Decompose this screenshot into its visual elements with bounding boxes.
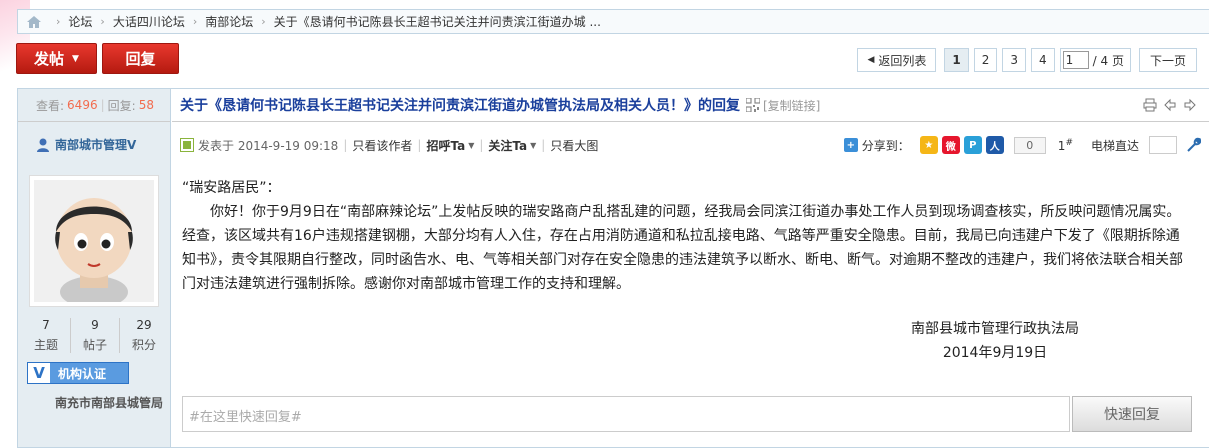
share-toolbar: + 分享到： ★ 微 P 人 0 1# 电梯直达 (843, 136, 1201, 154)
breadcrumb-item-forum[interactable]: 论坛 (68, 13, 92, 30)
post-status-icon (180, 138, 194, 152)
floor-suffix: # (1065, 137, 1073, 148)
back-to-list-button[interactable]: ◀ 返回列表 (857, 48, 937, 72)
quick-reply-button[interactable]: 快速回复 (1072, 396, 1192, 432)
greet-button[interactable]: 招呼Ta (426, 137, 465, 154)
tencent-weibo-icon[interactable]: P (963, 136, 982, 154)
post-content: 关于《恳请何书记陈县长王超书记关注并问责滨江街道办城管执法局及相关人员！》的回复… (172, 89, 1209, 447)
divider: | (100, 98, 105, 112)
reply-button[interactable]: 回复 (102, 43, 179, 74)
new-post-button[interactable]: 发帖 ▼ (16, 43, 97, 74)
divider: | (343, 138, 348, 152)
post-paragraph: 你好！你于9月9日在“南部麻辣论坛”上发帖反映的瑞安路商户乱搭乱建的问题，经我局… (182, 204, 1183, 292)
stat-threads-value: 7 (42, 318, 50, 332)
author-sidebar: 查看: 6496 | 回复: 58 南部城市管理V 7 主题 9 帖子 29 积… (18, 89, 171, 447)
title-row: 关于《恳请何书记陈县长王超书记关注并问责滨江街道办城管执法局及相关人员！》的回复… (172, 89, 1209, 122)
page-jump: 1 / 4 页 (1059, 48, 1131, 72)
chevron-right-icon: › (192, 15, 198, 28)
back-to-list-label: 返回列表 (878, 53, 927, 68)
next-page-button[interactable]: 下一页 (1138, 48, 1197, 72)
stat-points[interactable]: 29 积分 (120, 318, 168, 353)
arrow-left-icon[interactable] (1163, 98, 1177, 112)
stat-points-label: 积分 (131, 338, 156, 352)
signature-date: 2014年9月19日 (942, 345, 1048, 361)
home-icon[interactable] (26, 15, 42, 29)
signature-org: 南部县城市管理行政执法局 (911, 321, 1079, 337)
stat-posts-label: 帖子 (82, 338, 107, 352)
chevron-right-icon: › (261, 15, 266, 28)
page-1-button[interactable]: 1 (944, 48, 969, 72)
jump-label: 电梯直达 (1090, 138, 1139, 153)
verification-badge[interactable]: V 机构认证 (27, 362, 129, 384)
caret-down-icon: ▼ (468, 140, 475, 150)
page-4-button[interactable]: 4 (1031, 48, 1055, 72)
caret-down-icon: ▼ (530, 140, 537, 150)
author-location: 南充市南部县城管局 (54, 396, 163, 410)
replies-label: 回复: (107, 98, 136, 113)
reply-label: 回复 (125, 50, 156, 68)
only-author-link[interactable]: 只看该作者 (352, 137, 412, 154)
stat-threads-label: 主题 (33, 338, 58, 352)
breadcrumb: › 论坛 › 大话四川论坛 › 南部论坛 › 关于《恳请何书记陈县长王超书记关注… (17, 9, 1209, 34)
weibo-icon[interactable]: 微 (941, 136, 960, 154)
qr-code-icon[interactable] (746, 98, 760, 112)
verification-label: 机构认证 (58, 366, 107, 381)
next-page-label: 下一页 (1149, 53, 1186, 68)
divider: | (479, 138, 484, 152)
page-3-button[interactable]: 3 (1002, 48, 1027, 72)
divider: | (541, 138, 546, 152)
views-count: 6496 (67, 98, 98, 112)
post-meta: 发表于 2014-9-19 09:18 | 只看该作者 | 招呼Ta ▼ | 关… (180, 136, 1201, 154)
post-signature: 南部县城市管理行政执法局 2014年9月19日 (911, 317, 1079, 365)
qzone-icon[interactable]: ★ (919, 136, 938, 154)
replies-count: 58 (138, 98, 154, 112)
chevron-right-icon: › (100, 15, 105, 28)
floor-number[interactable]: 1# (1058, 138, 1073, 153)
view-large-images-link[interactable]: 只看大图 (550, 137, 598, 154)
avatar-image (34, 180, 154, 308)
post-container: 查看: 6496 | 回复: 58 南部城市管理V 7 主题 9 帖子 29 积… (17, 88, 1209, 448)
floor-jump-input[interactable] (1149, 136, 1177, 154)
post-greeting: “瑞安路居民”： (182, 180, 281, 196)
wrench-icon[interactable] (1185, 137, 1201, 153)
post-body: “瑞安路居民”： 你好！你于9月9日在“南部麻辣论坛”上发帖反映的瑞安路商户乱搭… (182, 176, 1191, 296)
stat-posts-value: 9 (91, 318, 99, 332)
avatar[interactable] (29, 175, 159, 308)
share-plus-icon[interactable]: + (843, 138, 858, 152)
arrow-right-icon[interactable] (1183, 98, 1197, 112)
chevron-right-icon: › (56, 15, 61, 28)
new-post-label: 发帖 (34, 50, 65, 68)
post-title: 关于《恳请何书记陈县长王超书记关注并问责滨江街道办城管执法局及相关人员！》的回复 (180, 98, 740, 114)
stat-threads[interactable]: 7 主题 (22, 318, 71, 353)
page-number-input[interactable]: 1 (1062, 51, 1089, 69)
pagination: ◀ 返回列表 1 2 3 4 1 / 4 页 下一页 (857, 48, 1197, 72)
renren-icon[interactable]: 人 (985, 136, 1004, 154)
follow-button[interactable]: 关注Ta (488, 137, 527, 154)
thread-stats: 查看: 6496 | 回复: 58 (18, 89, 170, 122)
author-name-row: 南部城市管理V (35, 136, 136, 153)
share-count: 0 (1013, 136, 1046, 154)
page-2-button[interactable]: 2 (973, 48, 998, 72)
quick-reply-input[interactable]: #在这里快速回复# (182, 396, 1070, 432)
caret-down-icon: ▼ (72, 53, 79, 64)
print-icon[interactable] (1143, 98, 1157, 112)
views-label: 查看: (36, 98, 65, 113)
share-label: 分享到： (861, 138, 910, 153)
verified-icon: V (28, 363, 50, 383)
user-stats: 7 主题 9 帖子 29 积分 (22, 318, 168, 353)
user-icon (37, 138, 49, 152)
posted-time: 发表于 2014-9-19 09:18 (198, 138, 339, 153)
stat-points-value: 29 (136, 318, 152, 332)
title-tools (1143, 98, 1197, 112)
breadcrumb-item-sichuan[interactable]: 大话四川论坛 (113, 13, 185, 30)
breadcrumb-item-thread[interactable]: 关于《恳请何书记陈县长王超书记关注并问责滨江街道办城 ... (274, 13, 601, 30)
breadcrumb-item-nanbu[interactable]: 南部论坛 (205, 13, 253, 30)
stat-posts[interactable]: 9 帖子 (71, 318, 120, 353)
copy-link-button[interactable]: [复制链接] (763, 97, 820, 114)
divider: | (417, 138, 422, 152)
chevron-left-icon: ◀ (867, 55, 875, 65)
page-total: / 4 页 (1092, 53, 1124, 68)
author-name[interactable]: 南部城市管理V (55, 136, 136, 153)
